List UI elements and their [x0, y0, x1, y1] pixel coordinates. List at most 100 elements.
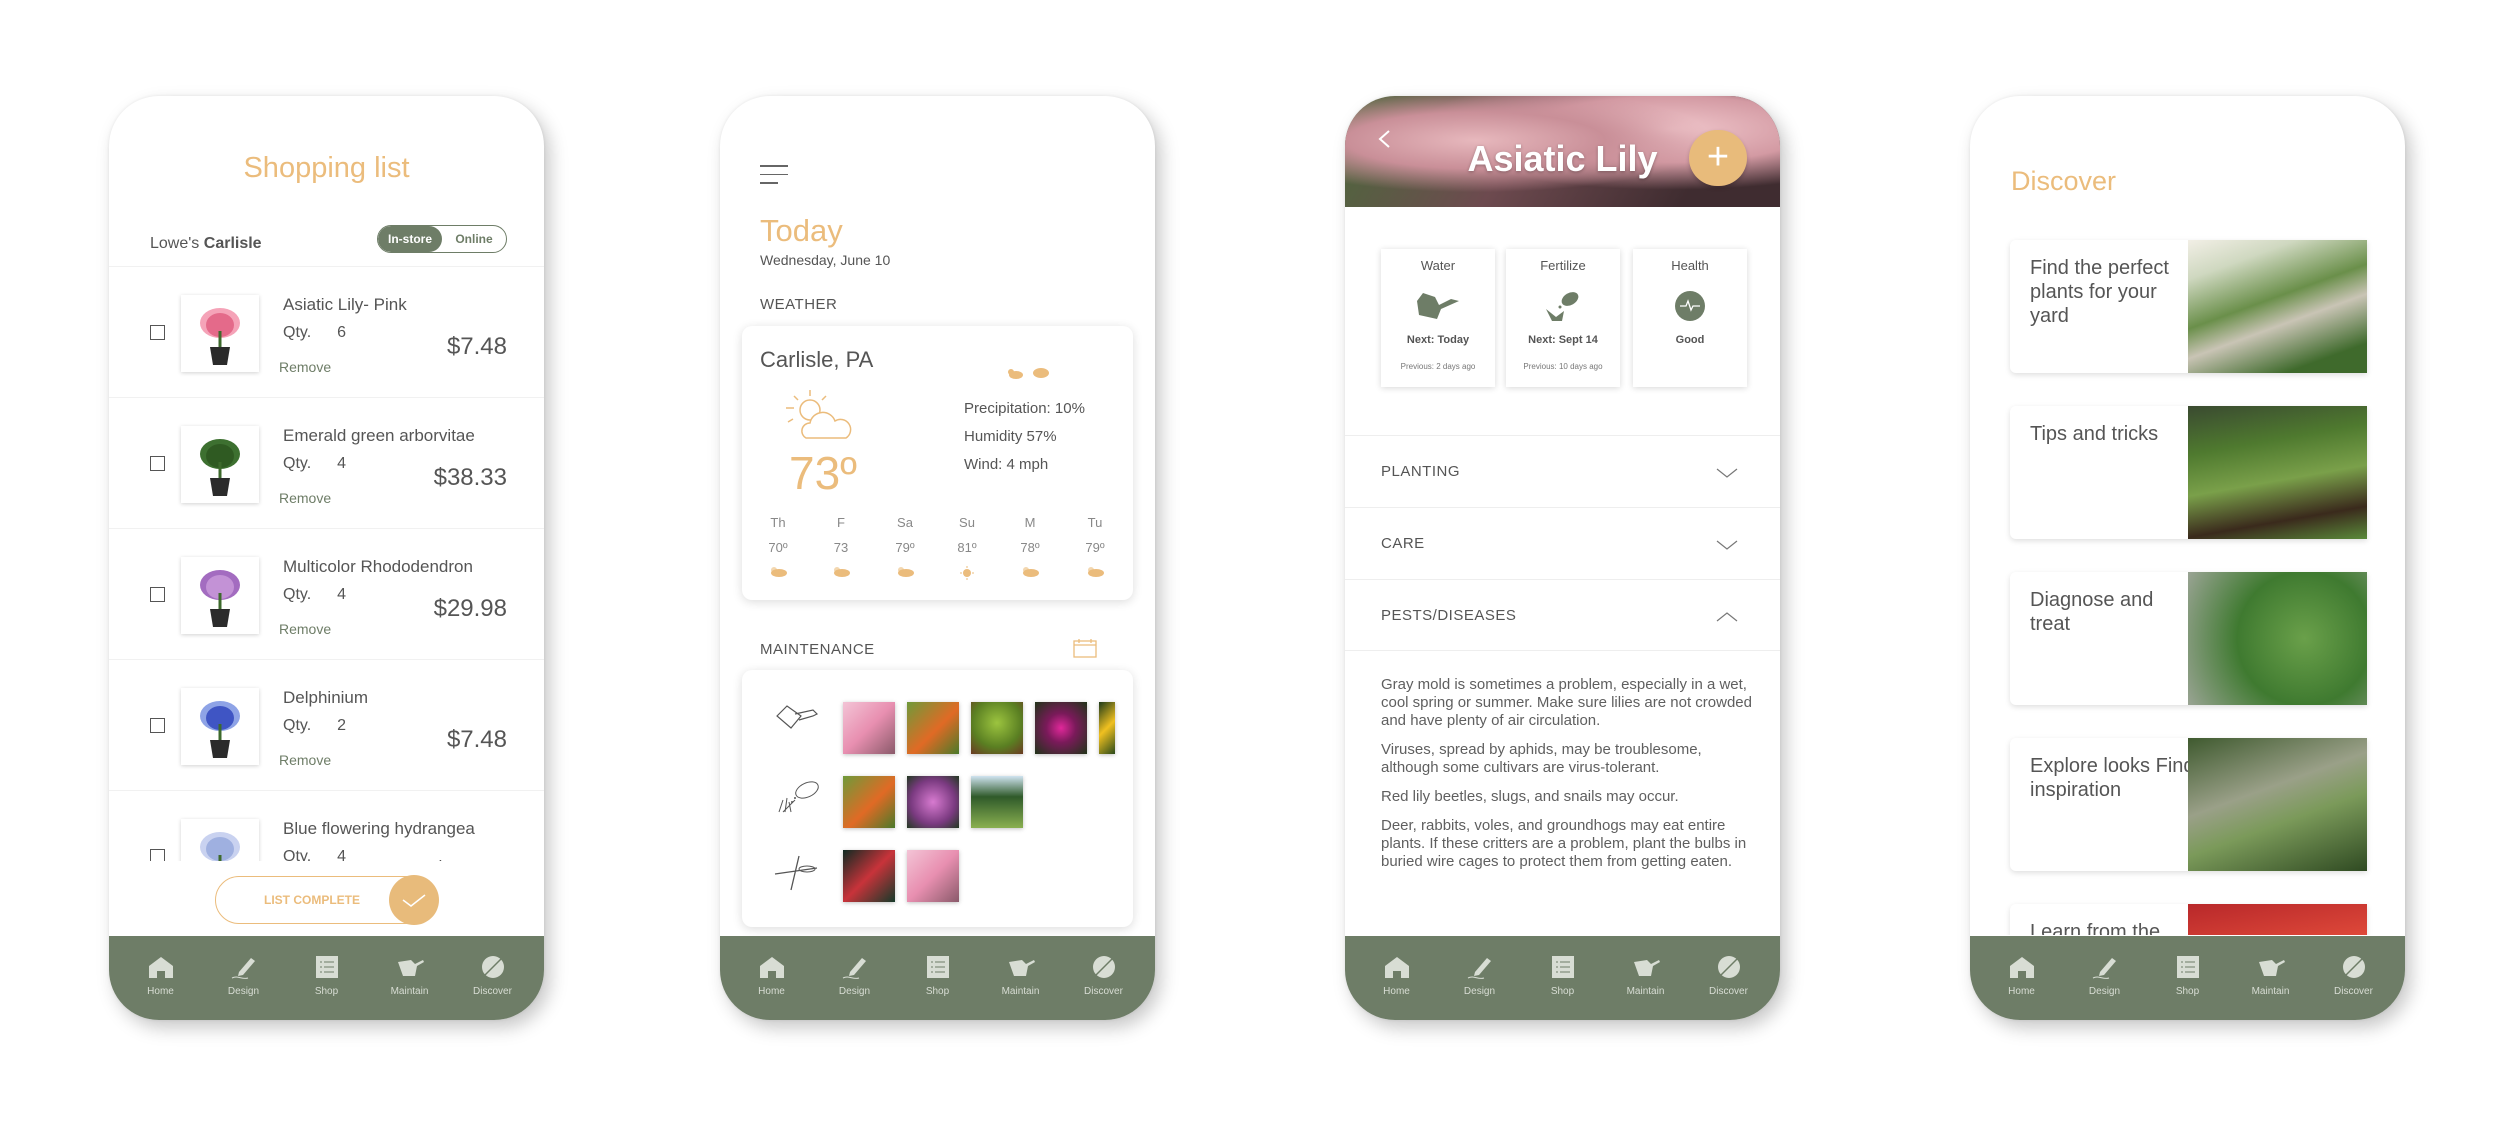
section-planting[interactable]: PLANTING — [1345, 435, 1780, 507]
forecast-day: Tu — [1087, 515, 1103, 530]
pests-diseases-content: Gray mold is sometimes a problem, especi… — [1381, 676, 1756, 882]
precipitation: Precipitation: 10% — [964, 400, 1085, 417]
item-quantity: Qty. 4 — [283, 848, 346, 861]
wind: Wind: 4 mph — [964, 456, 1049, 473]
nav-design[interactable]: Design — [1445, 936, 1515, 1020]
discover-card[interactable]: Find the perfect plants for your yard — [2010, 240, 2367, 373]
watering-can-icon — [773, 702, 821, 750]
stat-fertilize[interactable]: Fertilize Next: Sept 14 Previous: 10 days … — [1506, 249, 1620, 387]
bottom-nav: Home Design Shop Maintain Discover — [1345, 936, 1780, 1020]
qty-value: 4 — [337, 848, 347, 861]
sun-icon — [957, 566, 979, 580]
forecast-temp: 78º — [1020, 540, 1040, 555]
plant-photo[interactable] — [907, 850, 959, 902]
qty-label: Qty. — [283, 717, 312, 734]
section-care[interactable]: CARE — [1345, 507, 1780, 579]
stat-previous: Previous: 10 days ago — [1523, 362, 1603, 371]
nav-maintain[interactable]: Maintain — [986, 936, 1056, 1020]
forecast-temp: 73 — [833, 540, 849, 555]
partly-sunny-icon — [1020, 566, 1042, 580]
nav-design[interactable]: Design — [820, 936, 890, 1020]
item-name: Delphinium — [283, 688, 369, 707]
remove-link[interactable]: Remove — [279, 752, 331, 768]
watering-can-icon — [2258, 960, 2285, 976]
remove-link[interactable]: Remove — [279, 621, 331, 637]
chevron-down-icon — [1716, 540, 1738, 550]
nav-label: Shop — [1550, 986, 1575, 997]
nav-home[interactable]: Home — [1987, 936, 2057, 1020]
nav-design[interactable]: Design — [2070, 936, 2140, 1020]
nav-discover[interactable]: Discover — [1069, 936, 1139, 1020]
qty-label: Qty. — [283, 586, 312, 603]
discover-card[interactable]: Explore looks Find inspiration — [2010, 738, 2367, 871]
list-complete-button[interactable]: LIST COMPLETE — [215, 875, 439, 925]
section-label: PLANTING — [1381, 463, 1461, 480]
page-title: Shopping list — [243, 152, 410, 184]
item-checkbox[interactable] — [150, 456, 165, 471]
nav-label: Discover — [2334, 986, 2373, 997]
plant-photo[interactable] — [843, 702, 895, 754]
nav-maintain[interactable]: Maintain — [375, 936, 445, 1020]
plant-photo[interactable] — [1099, 702, 1115, 754]
nav-label: Design — [2088, 986, 2121, 997]
item-checkbox[interactable] — [150, 325, 165, 340]
nav-discover[interactable]: Discover — [458, 936, 528, 1020]
stat-water[interactable]: Water Next: Today Previous: 2 days ago — [1381, 249, 1495, 387]
shopping-items-list[interactable]: Asiatic Lily- Pink Qty. 6 Remove $7.48 Emeral… — [109, 266, 544, 861]
discover-card[interactable]: Learn from the — [2010, 904, 2367, 935]
home-icon — [2009, 957, 2034, 978]
nav-maintain[interactable]: Maintain — [1611, 936, 1681, 1020]
plant-photo[interactable] — [971, 776, 1023, 828]
qty-value: 4 — [337, 586, 347, 603]
bottom-nav: Home Design Shop Maintain Discover — [109, 936, 544, 1020]
add-plant-button[interactable]: + — [1689, 130, 1747, 186]
plant-photo[interactable] — [1035, 702, 1087, 754]
hamburger-menu-icon[interactable] — [760, 165, 788, 185]
plant-photo[interactable] — [907, 702, 959, 754]
nav-label: Design — [838, 986, 871, 997]
nav-shop[interactable]: Shop — [2153, 936, 2223, 1020]
item-price: $15.98 — [434, 857, 507, 861]
weather-heading: WEATHER — [760, 296, 838, 313]
stat-label: Fertilize — [1540, 258, 1586, 273]
section-pests-diseases[interactable]: PESTS/DISEASES — [1345, 579, 1780, 651]
pests-paragraph: Gray mold is sometimes a problem, especi… — [1381, 676, 1752, 729]
stat-health[interactable]: Health Good — [1633, 249, 1747, 387]
page-title: Today — [760, 213, 843, 248]
nav-design[interactable]: Design — [209, 936, 279, 1020]
item-quantity: Qty. 6 — [283, 324, 346, 342]
plant-thumbnail — [181, 557, 259, 634]
forecast-day: Sa — [897, 515, 913, 530]
nav-shop[interactable]: Shop — [903, 936, 973, 1020]
remove-link[interactable]: Remove — [279, 490, 331, 506]
card-title: Explore looks Find inspiration — [2030, 755, 2195, 801]
plant-detail-screen: Asiatic Lily + Water Next: Today Previous:… — [1345, 96, 1780, 1020]
rain-cloud-icon — [1085, 566, 1107, 580]
nav-home[interactable]: Home — [126, 936, 196, 1020]
plant-photo[interactable] — [907, 776, 959, 828]
item-checkbox[interactable] — [150, 587, 165, 602]
item-quantity: Qty. 2 — [283, 717, 346, 735]
plant-photo[interactable] — [843, 776, 895, 828]
nav-home[interactable]: Home — [1362, 936, 1432, 1020]
plant-photo[interactable] — [971, 702, 1023, 754]
card-title: Learn from the — [2030, 921, 2161, 935]
discover-card[interactable]: Tips and tricks — [2010, 406, 2367, 539]
nav-label: Discover — [1084, 986, 1123, 997]
nav-shop[interactable]: Shop — [292, 936, 362, 1020]
toggle-online[interactable]: Online — [442, 226, 506, 252]
calendar-icon[interactable] — [1073, 638, 1097, 658]
discover-card[interactable]: Diagnose and treat — [2010, 572, 2367, 705]
toggle-instore[interactable]: In-store — [378, 226, 442, 252]
nav-shop[interactable]: Shop — [1528, 936, 1598, 1020]
item-checkbox[interactable] — [150, 849, 165, 861]
nav-discover[interactable]: Discover — [2319, 936, 2389, 1020]
plant-photo[interactable] — [843, 850, 895, 902]
item-checkbox[interactable] — [150, 718, 165, 733]
nav-home[interactable]: Home — [737, 936, 807, 1020]
nav-maintain[interactable]: Maintain — [2236, 936, 2306, 1020]
nav-discover[interactable]: Discover — [1694, 936, 1764, 1020]
qty-value: 2 — [337, 717, 347, 734]
store-mode-toggle[interactable]: In-store Online — [377, 225, 507, 253]
remove-link[interactable]: Remove — [279, 359, 331, 375]
